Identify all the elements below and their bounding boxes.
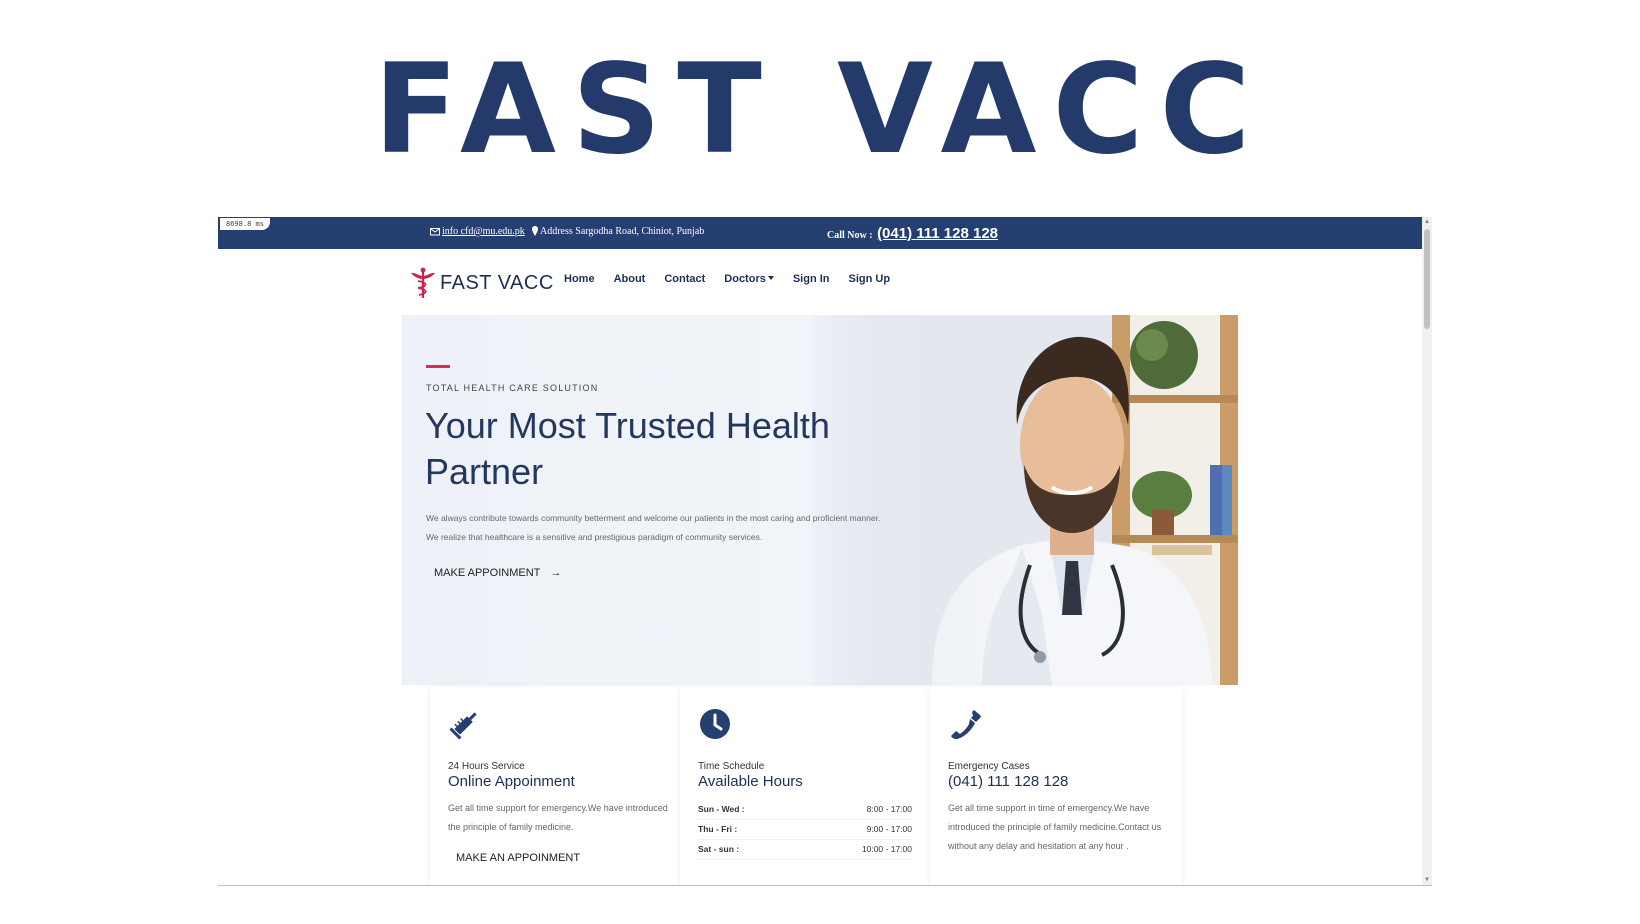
arrow-right-icon: →	[550, 567, 562, 579]
address-text: Address Sargodha Road, Chiniot, Punjab	[540, 226, 705, 237]
card-kicker: 24 Hours Service	[448, 761, 525, 772]
hours-time: 8:00 - 17:00	[866, 804, 912, 814]
make-appointment-button[interactable]: MAKE APPOINMENT →	[426, 563, 569, 583]
slide-title: FAST VACC	[373, 38, 1267, 182]
map-pin-icon	[532, 226, 538, 236]
card-heading: Available Hours	[698, 773, 803, 790]
card-emergency-cases: Emergency Cases (041) 111 128 128 Get al…	[930, 687, 1182, 885]
hours-row: Thu - Fri : 9:00 - 17:00	[698, 820, 912, 840]
top-info-bar: 8698.8 ms info cfd@mu.edu.pk Address Sar…	[218, 217, 1422, 249]
call-now: Call Now : (041) 111 128 128	[827, 225, 998, 242]
phone-icon	[951, 710, 981, 739]
nav-sign-up[interactable]: Sign Up	[849, 273, 891, 285]
service-cards: 24 Hours Service Online Appoinment Get a…	[218, 685, 1422, 885]
card-available-hours: Time Schedule Available Hours Sun - Wed …	[680, 687, 932, 885]
brand-logo[interactable]: FAST VACC	[410, 267, 554, 299]
nav-doctors-dropdown[interactable]: Doctors	[724, 273, 774, 285]
make-an-appointment-button[interactable]: MAKE AN APPOINMENT	[456, 852, 580, 864]
doctor-photo	[812, 315, 1238, 685]
scroll-down-icon[interactable]: ▼	[1424, 877, 1430, 883]
hero-section: TOTAL HEALTH CARE SOLUTION Your Most Tru…	[402, 315, 1238, 685]
hours-time: 9:00 - 17:00	[866, 824, 912, 834]
hours-row: Sat - sun : 10:00 - 17:00	[698, 840, 912, 860]
performance-overlay: 8698.8 ms	[220, 218, 270, 230]
topbar-phone-link[interactable]: (041) 111 128 128	[877, 225, 998, 242]
hero-description: We always contribute towards community b…	[426, 513, 881, 542]
syringe-icon	[449, 712, 477, 740]
nav-doctors-label: Doctors	[724, 273, 766, 285]
nav-menu: Home About Contact Doctors Sign In Sign …	[564, 273, 909, 285]
call-label: Call Now :	[827, 230, 873, 241]
clock-icon	[700, 709, 730, 739]
email-link[interactable]: info cfd@mu.edu.pk	[430, 226, 525, 237]
hours-row: Sun - Wed : 8:00 - 17:00	[698, 800, 912, 820]
make-appointment-label: MAKE APPOINMENT	[434, 567, 541, 579]
vertical-scrollbar[interactable]: ▲ ▼	[1422, 217, 1432, 885]
scroll-up-icon[interactable]: ▲	[1424, 219, 1430, 225]
hours-days: Sun - Wed :	[698, 804, 745, 814]
browser-viewport: 8698.8 ms info cfd@mu.edu.pk Address Sar…	[218, 217, 1432, 886]
email-text: info cfd@mu.edu.pk	[442, 226, 525, 237]
nav-home[interactable]: Home	[564, 273, 595, 285]
card-body: Get all time support for emergency.We ha…	[448, 803, 668, 832]
card-body: Get all time support in time of emergenc…	[948, 803, 1162, 851]
hero-accent-bar	[426, 365, 450, 368]
hours-days: Sat - sun :	[698, 844, 740, 854]
card-kicker: Emergency Cases	[948, 761, 1030, 772]
card-heading: Online Appoinment	[448, 773, 575, 790]
mail-icon	[430, 228, 440, 236]
card-online-appointment: 24 Hours Service Online Appoinment Get a…	[430, 687, 682, 885]
hero-subtitle: TOTAL HEALTH CARE SOLUTION	[426, 383, 599, 393]
nav-contact[interactable]: Contact	[664, 273, 705, 285]
nav-sign-in[interactable]: Sign In	[793, 273, 830, 285]
hours-table: Sun - Wed : 8:00 - 17:00 Thu - Fri : 9:00 …	[698, 800, 912, 860]
address: Address Sargodha Road, Chiniot, Punjab	[532, 226, 704, 237]
nav-about[interactable]: About	[614, 273, 646, 285]
main-navbar: FAST VACC Home About Contact Doctors Sig…	[218, 249, 1422, 315]
caduceus-icon	[411, 267, 435, 298]
brand-name: FAST VACC	[440, 271, 554, 294]
hours-time: 10:00 - 17:00	[861, 844, 912, 854]
card-heading: (041) 111 128 128	[948, 773, 1069, 790]
hero-title: Your Most Trusted Health Partner	[425, 405, 830, 492]
scrollbar-thumb[interactable]	[1424, 229, 1430, 329]
caret-down-icon	[767, 276, 774, 280]
hours-days: Thu - Fri :	[698, 824, 738, 834]
card-kicker: Time Schedule	[698, 761, 765, 772]
